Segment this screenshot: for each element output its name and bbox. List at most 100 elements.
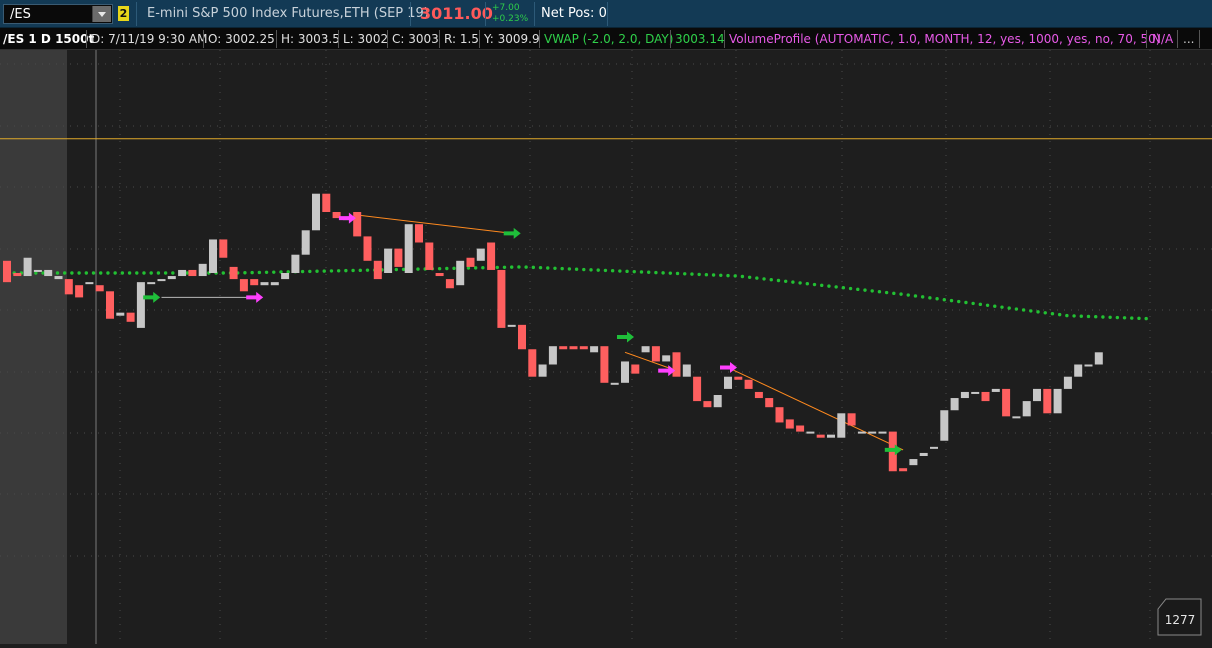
divider: [1146, 30, 1147, 48]
vwap-dot: [783, 279, 788, 284]
candle: [167, 276, 176, 280]
vwap-dot: [755, 276, 759, 280]
candle: [188, 269, 197, 277]
vwap-dot: [697, 272, 701, 277]
vwap-dot: [113, 271, 117, 275]
candle: [775, 407, 784, 423]
candle: [1063, 376, 1072, 389]
vwap-dot: [1000, 305, 1004, 309]
candle: [301, 230, 310, 255]
candle: [373, 260, 382, 280]
vwap-dot: [308, 269, 312, 274]
vwap-dot: [221, 271, 225, 275]
vwap-dot: [55, 271, 60, 275]
vwap-dot: [452, 266, 456, 271]
candle: [981, 391, 990, 402]
divider: [387, 30, 388, 48]
candle: [445, 279, 454, 289]
candle: [425, 242, 434, 270]
candle: [1012, 416, 1021, 419]
vwap-dot: [106, 271, 110, 275]
candle: [270, 282, 279, 286]
change-value: +7.00: [492, 3, 520, 13]
vwap-dot: [149, 271, 153, 275]
vwap-dot: [135, 271, 139, 275]
candle: [136, 282, 145, 328]
symbol-selector[interactable]: /ES: [3, 4, 113, 24]
candle: [322, 193, 331, 212]
net-position: Net Pos: 0: [541, 6, 607, 21]
candle: [827, 434, 835, 438]
candle: [785, 419, 794, 429]
vwap-study-label[interactable]: VWAP (-2.0, 2.0, DAY): [544, 31, 673, 47]
vwap-dot: [957, 299, 961, 304]
vwap-dot: [1108, 315, 1112, 319]
symbol-text: /ES: [10, 7, 31, 22]
bar-count-text: 1277: [1165, 613, 1196, 627]
vwap-dot: [250, 270, 254, 275]
vwap-dot: [84, 271, 89, 275]
vwap-dot: [639, 270, 644, 274]
vwap-dot: [683, 272, 687, 276]
vwap-dot: [502, 265, 507, 269]
chevron-down-icon[interactable]: [92, 6, 111, 22]
divider: [534, 2, 535, 26]
chart-canvas[interactable]: 1277: [0, 50, 1212, 644]
vwap-dot: [517, 265, 521, 269]
vwap-dot: [322, 269, 326, 273]
change-percent: +0.23%: [492, 14, 529, 24]
vwap-dot: [1050, 311, 1055, 316]
vwap-dot: [1029, 309, 1033, 313]
vwap-dot: [394, 267, 399, 272]
price-chart[interactable]: 1277: [0, 50, 1212, 644]
divider: [338, 30, 339, 48]
candle: [868, 431, 877, 434]
vwap-dot: [1072, 314, 1076, 318]
bar-count-badge[interactable]: 1277: [1157, 598, 1202, 636]
vwap-dot: [77, 271, 81, 275]
candle: [744, 379, 753, 389]
volume-profile-label[interactable]: VolumeProfile (AUTOMATIC, 1.0, MONTH, 12…: [729, 31, 1160, 47]
candle: [466, 257, 475, 267]
volume-profile-value: N/A: [1152, 32, 1174, 46]
candle: [765, 398, 774, 408]
vwap-dot: [856, 287, 860, 292]
candle: [13, 273, 22, 277]
candle: [579, 346, 588, 350]
vwap-dot: [567, 267, 572, 271]
vwap-dot: [769, 278, 773, 282]
vwap-dot: [668, 271, 673, 275]
candle: [1022, 401, 1031, 417]
candle: [312, 193, 320, 231]
vwap-dot: [928, 296, 932, 300]
candle: [1074, 364, 1083, 377]
divider: [607, 2, 608, 26]
vwap-dot: [654, 270, 658, 275]
vwap-dot: [733, 274, 737, 278]
candle: [806, 431, 815, 434]
vwap-dot: [1065, 313, 1069, 318]
candle: [250, 279, 259, 286]
vwap-dot: [1137, 316, 1141, 321]
vwap-dot: [495, 265, 499, 270]
more-studies-button[interactable]: ...: [1183, 31, 1194, 47]
vwap-dot: [884, 290, 889, 295]
vwap-dot: [863, 288, 867, 292]
candle: [394, 248, 403, 267]
vwap-dot: [351, 268, 355, 273]
candle: [116, 312, 125, 316]
candle: [621, 361, 629, 383]
vwap-dot: [661, 271, 665, 275]
candle: [1043, 388, 1052, 414]
candle: [3, 260, 11, 283]
vwap-dot: [812, 282, 817, 287]
link-group-badge[interactable]: 2: [118, 6, 129, 21]
chart-label[interactable]: /ES 1 D 1500t: [3, 31, 94, 47]
vwap-dot: [993, 304, 997, 308]
vwap-dot: [985, 303, 990, 307]
vwap-dot: [719, 273, 723, 278]
cursor-y-value: Y: 3009.9: [484, 32, 540, 46]
bar-high: H: 3003.5: [281, 32, 340, 46]
candle: [940, 410, 949, 441]
vwap-dot: [329, 269, 334, 273]
